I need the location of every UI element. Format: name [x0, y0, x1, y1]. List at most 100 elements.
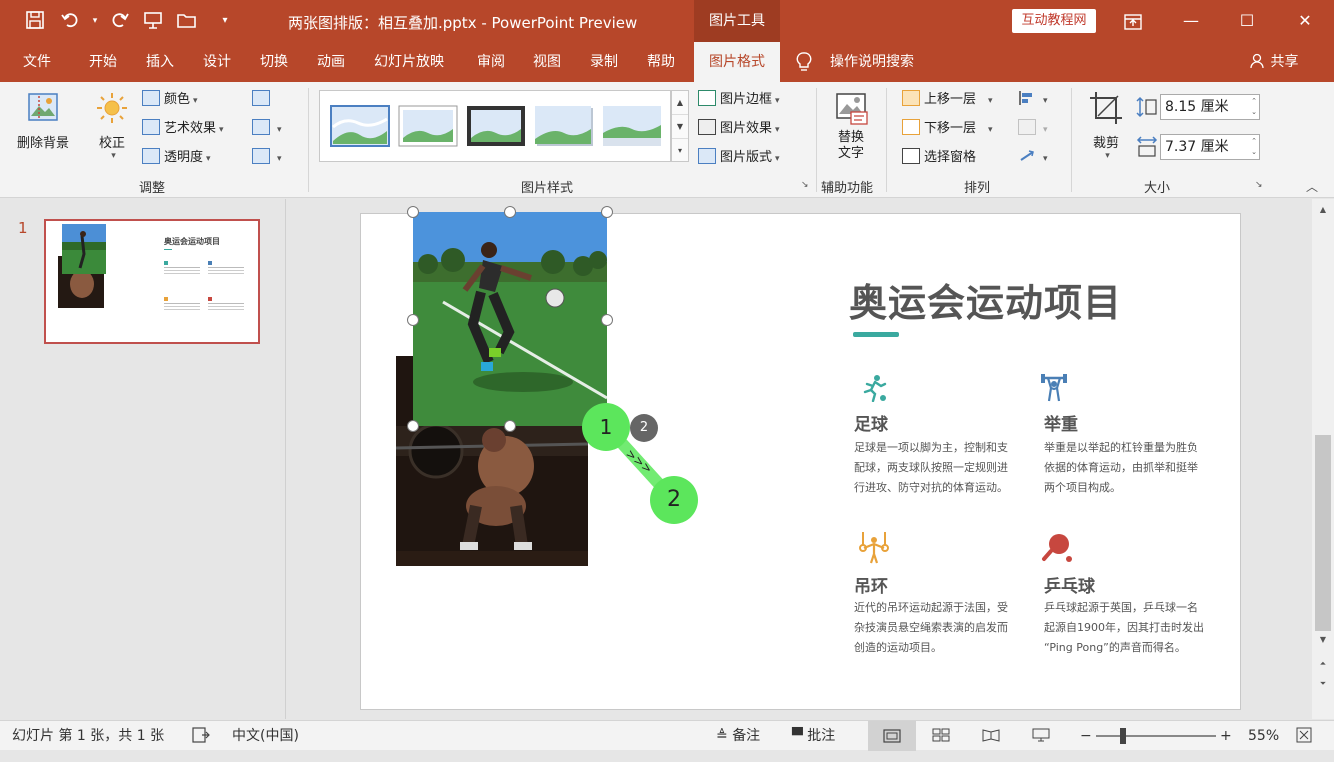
crop-button[interactable]: 裁剪 ▾ [1084, 90, 1128, 161]
tab-help[interactable]: 帮助 [636, 42, 686, 82]
soccer-photo[interactable] [413, 212, 608, 426]
tab-insert[interactable]: 插入 [135, 42, 185, 82]
artistic-effects-button[interactable]: 艺术效果 ▾ [142, 117, 224, 141]
tab-transitions[interactable]: 切换 [249, 42, 299, 82]
open-folder-icon[interactable] [176, 10, 198, 32]
bring-forward-button[interactable]: 上移一层 ▾ [902, 88, 993, 112]
tab-file[interactable]: 文件 [12, 42, 62, 82]
style-thumb-icon[interactable] [466, 105, 526, 147]
compress-pictures-button[interactable] [252, 88, 274, 112]
send-backward-button[interactable]: 下移一层 ▾ [902, 117, 993, 141]
notes-label: 备注 [732, 728, 761, 744]
style-thumb-icon[interactable] [534, 105, 594, 147]
reset-picture-button[interactable]: ▾ [252, 146, 282, 170]
prev-slide-icon[interactable]: ⏶ [1312, 655, 1334, 673]
remove-background-button[interactable]: 删除背景 [10, 90, 76, 151]
reading-view-icon[interactable] [982, 721, 1000, 751]
align-button[interactable]: ▾ [1018, 88, 1048, 112]
zoom-in-icon[interactable]: + [1220, 721, 1232, 751]
zoom-slider-thumb[interactable] [1120, 728, 1126, 744]
maximize-icon[interactable]: ☐ [1222, 0, 1272, 42]
group-objects-button[interactable]: ▾ [1018, 117, 1048, 141]
ribbon-display-icon[interactable] [1108, 0, 1158, 42]
save-icon[interactable] [24, 10, 46, 32]
customize-qat-icon[interactable]: ▾ [214, 10, 236, 32]
rotate-button[interactable]: ▾ [1018, 146, 1048, 170]
minimize-icon[interactable]: — [1166, 0, 1216, 42]
tab-review[interactable]: 审阅 [466, 42, 516, 82]
tab-slideshow[interactable]: 幻灯片放映 [363, 42, 455, 82]
resize-handle[interactable] [601, 314, 613, 326]
slide-sorter-icon[interactable] [932, 721, 950, 751]
size-launcher-icon[interactable]: ↘ [1255, 180, 1263, 190]
scroll-up-icon[interactable]: ▲ [1312, 201, 1334, 219]
collapse-ribbon-icon[interactable]: ︿ [1306, 178, 1318, 195]
site-badge[interactable]: 互动教程网 [1012, 9, 1096, 33]
width-input[interactable]: 7.37 厘米 ⌃ ⌄ [1160, 134, 1260, 160]
gallery-up-icon[interactable]: ▲ [672, 91, 688, 115]
style-thumb-icon[interactable] [330, 105, 390, 147]
scroll-thumb[interactable] [1315, 435, 1331, 631]
desc-line: 起源自1900年，因其打击时发出 [1044, 621, 1204, 634]
selection-pane-button[interactable]: 选择窗格 [902, 146, 976, 170]
fit-to-window-icon[interactable] [1296, 721, 1312, 751]
zoom-out-icon[interactable]: − [1080, 721, 1092, 751]
resize-handle[interactable] [504, 206, 516, 218]
resize-handle[interactable] [504, 420, 516, 432]
notes-button[interactable]: ≜ 备注 [716, 721, 760, 751]
tab-home[interactable]: 开始 [78, 42, 128, 82]
group-separator [816, 88, 817, 192]
dialog-launcher-icon[interactable]: ↘ [801, 180, 809, 190]
tab-picture-format[interactable]: 图片格式 [694, 42, 780, 82]
style-thumb-icon[interactable] [602, 105, 662, 147]
slide-title[interactable]: 奥运会运动项目 [849, 272, 1122, 327]
tab-design[interactable]: 设计 [192, 42, 242, 82]
gallery-scroll[interactable]: ▲ ▼ ▾ [671, 90, 689, 162]
present-from-start-icon[interactable] [142, 10, 164, 32]
tab-view[interactable]: 视图 [522, 42, 572, 82]
gallery-down-icon[interactable]: ▼ [672, 115, 688, 139]
resize-handle[interactable] [601, 206, 613, 218]
picture-layout-button[interactable]: 图片版式 ▾ [698, 146, 780, 170]
height-spinner-icon[interactable]: ⌃ ⌄ [1251, 96, 1257, 118]
transparency-button[interactable]: 透明度 ▾ [142, 146, 211, 170]
change-picture-button[interactable]: ▾ [252, 117, 282, 141]
slide-thumbnail[interactable]: 奥运会运动项目 [44, 219, 260, 344]
vertical-scrollbar[interactable]: ▲ ▼ ⏶ ⏷ [1312, 199, 1334, 719]
resize-handle[interactable] [407, 314, 419, 326]
desc-line: 举重是以举起的杠铃重量为胜负 [1044, 441, 1198, 454]
color-button[interactable]: 颜色 ▾ [142, 88, 198, 112]
tab-animations[interactable]: 动画 [306, 42, 356, 82]
picture-effects-button[interactable]: 图片效果 ▾ [698, 117, 780, 141]
width-spinner-icon[interactable]: ⌃ ⌄ [1251, 136, 1257, 158]
width-value: 7.37 厘米 [1165, 139, 1229, 155]
comments-button[interactable]: ▀ 批注 [792, 721, 835, 751]
undo-dropdown-icon[interactable]: ▾ [84, 10, 106, 32]
undo-icon[interactable] [60, 10, 82, 32]
accessibility-check-icon[interactable] [192, 721, 210, 751]
next-slide-icon[interactable]: ⏷ [1312, 675, 1334, 693]
gallery-more-icon[interactable]: ▾ [672, 139, 688, 163]
share-button[interactable]: 共享 [1250, 42, 1298, 82]
alt-text-button[interactable]: 替换 文字 [826, 90, 876, 162]
style-thumb-icon[interactable] [398, 105, 458, 147]
tell-me-search[interactable]: 操作说明搜索 [830, 42, 914, 82]
resize-handle[interactable] [407, 420, 419, 432]
item-title-soccer: 足球 [854, 415, 888, 435]
language-indicator[interactable]: 中文(中国) [232, 721, 299, 751]
zoom-slider[interactable] [1096, 735, 1216, 737]
zoom-level[interactable]: 55% [1248, 721, 1279, 751]
tab-record[interactable]: 录制 [579, 42, 629, 82]
redo-icon[interactable] [108, 10, 130, 32]
slideshow-icon[interactable] [1032, 721, 1050, 751]
corrections-button[interactable]: 校正 ▾ [90, 90, 134, 161]
scroll-down-icon[interactable]: ▼ [1312, 631, 1334, 649]
picture-border-button[interactable]: 图片边框 ▾ [698, 88, 780, 112]
height-input[interactable]: 8.15 厘米 ⌃ ⌄ [1160, 94, 1260, 120]
title-accent-line [853, 332, 899, 337]
normal-view-button[interactable] [868, 721, 916, 751]
resize-handle[interactable] [407, 206, 419, 218]
ribbon-tabs: 文件 开始 插入 设计 切换 动画 幻灯片放映 审阅 视图 录制 帮助 图片格式… [0, 42, 1334, 82]
group-arrange-label: 排列 [964, 181, 991, 196]
close-icon[interactable]: ✕ [1280, 0, 1330, 42]
